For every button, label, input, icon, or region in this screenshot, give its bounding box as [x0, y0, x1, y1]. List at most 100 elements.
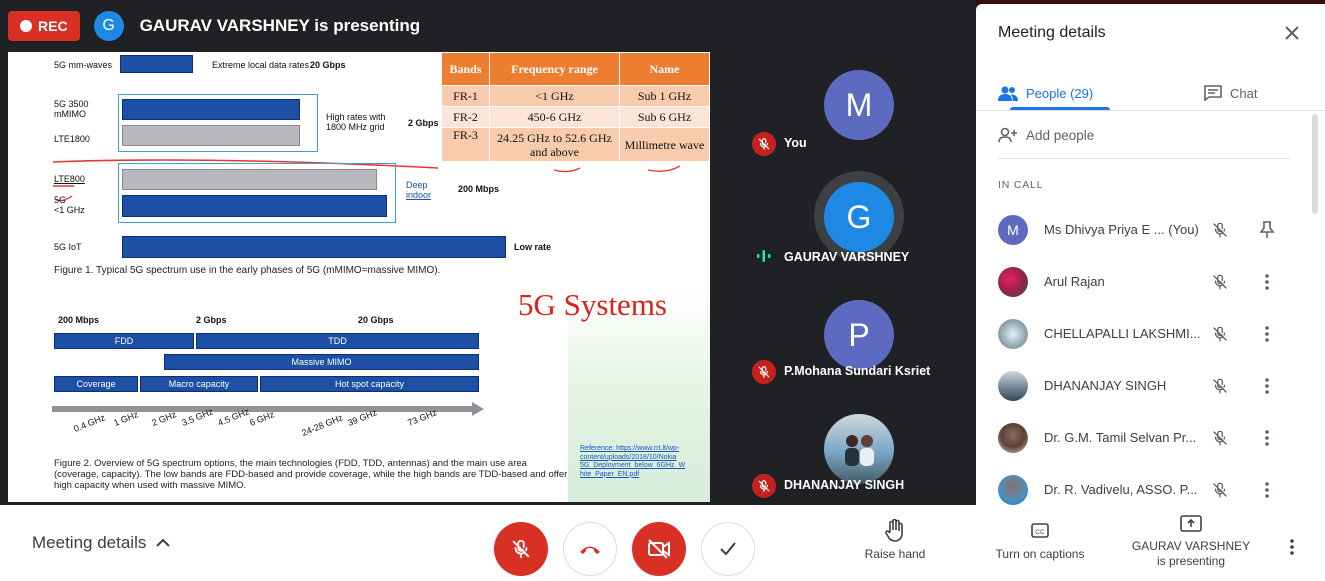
tile-name: DHANANJAY SINGH [784, 478, 905, 492]
panel-scrollbar[interactable] [1312, 114, 1318, 214]
people-photo-icon [845, 435, 874, 466]
raise-hand-label: Raise hand [864, 547, 926, 561]
mic-off-icon [512, 539, 530, 559]
participant-row[interactable]: CHELLAPALLI LAKSHMI... [976, 308, 1306, 360]
tile-dhananjay[interactable]: DHANANJAY SINGH [744, 394, 976, 506]
pin-icon[interactable] [1255, 218, 1279, 242]
participant-photo [998, 319, 1028, 349]
mic-off-icon [1208, 322, 1232, 346]
meeting-details-label: Meeting details [32, 533, 147, 552]
fig2-bar-coverage: Coverage [54, 376, 138, 392]
recording-badge: REC [8, 11, 80, 41]
bands-cell: FR-3 [441, 127, 490, 162]
mic-off-icon [752, 474, 776, 498]
tab-people-label: People (29) [1026, 85, 1094, 101]
tile-gaurav[interactable]: G GAURAV VARSHNEY [744, 166, 976, 278]
hang-up-icon [580, 546, 600, 554]
avatar: G [824, 182, 894, 252]
participant-row[interactable]: Arul Rajan [976, 256, 1306, 308]
presenting-suffix: is presenting [1156, 554, 1226, 568]
raise-hand-icon [885, 519, 903, 542]
chevron-up-icon [156, 538, 171, 547]
participant-name: CHELLAPALLI LAKSHMI... [1044, 326, 1201, 341]
avatar: P [824, 300, 894, 370]
presenting-name: GAURAV VARSHNEY [1131, 539, 1251, 553]
rec-label: REC [38, 18, 68, 34]
bands-header-frequency: Frequency range [489, 52, 620, 86]
mic-off-icon [1208, 374, 1232, 398]
more-vert-icon[interactable] [1255, 270, 1279, 294]
tile-mohana[interactable]: P P.Mohana Sundari Ksriet [744, 280, 976, 392]
participant-row[interactable]: Dr. G.M. Tamil Selvan Pr... [976, 412, 1306, 464]
tab-chat[interactable]: Chat [1204, 74, 1304, 112]
tile-name: GAURAV VARSHNEY [784, 250, 910, 264]
fig2-bar-hotspot: Hot spot capacity [260, 376, 479, 392]
presenter-title: GAURAV VARSHNEY is presenting [139, 16, 421, 35]
raise-hand-button[interactable]: Raise hand [858, 519, 932, 562]
slide-title: 5G Systems [518, 287, 667, 322]
fig2-rate-2gbps: 2 Gbps [196, 315, 227, 325]
people-icon [998, 86, 1018, 101]
label-200mbps: 200 Mbps [458, 184, 500, 194]
meeting-details-button[interactable]: Meeting details [32, 530, 171, 556]
participant-avatar: M [998, 215, 1028, 245]
tile-name: P.Mohana Sundari Ksriet [784, 364, 931, 378]
more-vert-icon[interactable] [1255, 478, 1279, 502]
bands-header-name: Name [619, 52, 710, 86]
bands-header-bands: Bands [441, 52, 490, 86]
more-vert-icon[interactable] [1280, 535, 1304, 559]
more-vert-icon[interactable] [1255, 426, 1279, 450]
mic-off-icon [752, 132, 776, 156]
participant-tiles: M You G GAURAV VARSHNEY P P.Mohana Sunda… [744, 52, 976, 502]
speaking-indicator-icon [754, 246, 774, 266]
bar-5g-sub1 [122, 195, 387, 217]
check-button[interactable] [701, 522, 755, 576]
tile-you[interactable]: M You [744, 52, 976, 164]
panel-title: Meeting details [998, 24, 1106, 41]
fig2-bar-tdd: TDD [196, 333, 479, 349]
participant-row[interactable]: DHANANJAY SINGH [976, 360, 1306, 412]
more-vert-icon[interactable] [1255, 322, 1279, 346]
mic-off-icon [1208, 218, 1232, 242]
captions-icon: CC [1031, 523, 1049, 538]
presenting-button[interactable]: GAURAV VARSHNEY is presenting [1128, 515, 1254, 569]
bands-table: Bands Frequency range Name FR-1 <1 GHz S… [441, 52, 710, 162]
label-5g-iot: 5G IoT [54, 242, 82, 252]
chat-icon [1204, 85, 1222, 101]
shared-slide: 5G mm-waves Extreme local data rates 20 … [8, 52, 710, 502]
record-dot-icon [20, 20, 32, 32]
participant-photo [998, 267, 1028, 297]
participant-name: Arul Rajan [1044, 274, 1105, 289]
tab-chat-label: Chat [1230, 85, 1258, 101]
participant-row[interactable]: M Ms Dhivya Priya E ... (You) [976, 204, 1306, 256]
main-stage: REC G GAURAV VARSHNEY is presenting 5G m… [0, 0, 976, 505]
label-indoor: indoor [406, 190, 432, 200]
captions-button[interactable]: CC Turn on captions [986, 519, 1094, 562]
presenter-bar: REC G GAURAV VARSHNEY is presenting [8, 8, 420, 44]
section-divider [998, 158, 1291, 159]
mic-off-icon [1208, 270, 1232, 294]
add-people-button[interactable]: Add people [998, 124, 1094, 146]
fig2-bar-massive-mimo: Massive MIMO [164, 354, 479, 370]
participant-name: Dr. G.M. Tamil Selvan Pr... [1044, 430, 1197, 445]
bands-cell: Sub 6 GHz [619, 106, 710, 128]
avatar: M [824, 70, 894, 140]
fig2-bar-fdd: FDD [54, 333, 194, 349]
participant-name: Ms Dhivya Priya E ... (You) [1044, 222, 1199, 237]
bands-cell: 24.25 GHz to 52.6 GHz and above [489, 127, 620, 162]
label-5g-sub1: 5G [54, 195, 67, 205]
fig2-rate-20gbps: 20 Gbps [358, 315, 394, 325]
camera-off-icon [648, 539, 670, 559]
avatar-photo [824, 414, 894, 484]
more-vert-icon[interactable] [1255, 374, 1279, 398]
bands-cell: <1 GHz [489, 85, 620, 107]
label-deep: Deep [406, 180, 428, 190]
leave-call-button[interactable] [563, 522, 617, 576]
camera-toggle-button[interactable] [632, 522, 686, 576]
mic-toggle-button[interactable] [494, 522, 548, 576]
reference-link[interactable]: Reference: https://www.rrt.lt/wp-content… [580, 445, 706, 479]
close-icon[interactable] [1280, 21, 1304, 45]
participant-name: DHANANJAY SINGH [1044, 378, 1167, 393]
participant-row[interactable]: Dr. R. Vadivelu, ASSO. P... [976, 464, 1306, 505]
bands-cell: 450-6 GHz [489, 106, 620, 128]
